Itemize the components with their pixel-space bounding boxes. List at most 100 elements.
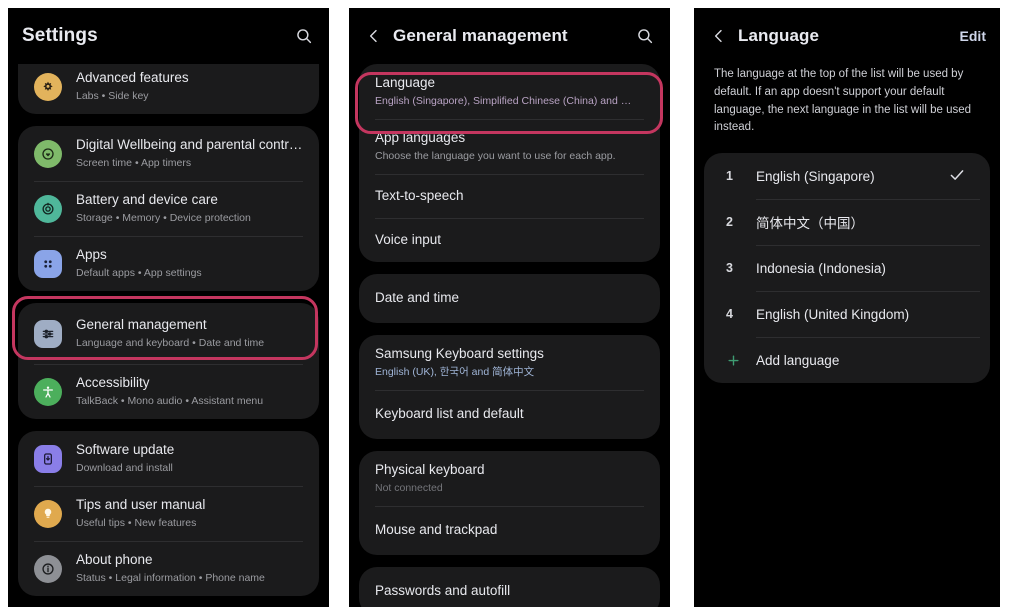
language-rank: 2 — [726, 215, 733, 230]
sidebar-item-advanced-features[interactable]: Advanced features Labs • Side key — [18, 64, 319, 114]
gm-group-1: Language English (Singapore), Simplified… — [359, 64, 660, 263]
row-title: Advanced features — [76, 70, 189, 85]
settings-group-1: Advanced features Labs • Side key — [18, 64, 319, 115]
row-text: App languages Choose the language you wa… — [375, 130, 616, 163]
row-title: Mouse and trackpad — [375, 521, 498, 537]
screenshot-stage: Settings Advanced features Labs • Side k… — [0, 0, 1024, 615]
row-text: Language English (Singapore), Simplified… — [375, 75, 631, 108]
back-chevron-icon[interactable] — [708, 25, 730, 47]
list-item-passwords-and-autofill[interactable]: Passwords and autofill — [359, 567, 660, 607]
sidebar-item-software-update[interactable]: Software update Download and install — [18, 431, 319, 486]
row-text: Passwords and autofill — [375, 583, 510, 600]
info-icon — [34, 554, 62, 583]
row-text: About phone Status • Legal information •… — [76, 552, 265, 585]
row-title: Tips and user manual — [76, 497, 206, 513]
gm-group-4: Physical keyboard Not connected Mouse an… — [359, 450, 660, 555]
row-title: Voice input — [375, 231, 442, 247]
list-item-date-and-time[interactable]: Date and time — [359, 274, 660, 323]
row-title: Accessibility — [76, 375, 150, 391]
sidebar-item-apps[interactable]: Apps Default apps • App settings — [18, 236, 319, 291]
row-text: Battery and device care Storage • Memory… — [76, 192, 251, 225]
sidebar-item-about-phone[interactable]: About phone Status • Legal information •… — [18, 541, 319, 596]
list-item-language-4[interactable]: 4 English (United Kingdom) — [726, 291, 990, 337]
language-rank: 3 — [726, 261, 733, 276]
sidebar-item-general-management[interactable]: General management Language and keyboard… — [18, 303, 319, 364]
row-subtitle: Language and keyboard • Date and time — [76, 337, 265, 350]
page-title: Language — [738, 26, 820, 45]
settings-group-2: Digital Wellbeing and parental controls … — [18, 126, 319, 292]
language-scroll-body[interactable]: The language at the top of the list will… — [694, 64, 1000, 607]
language-list-card: 1 English (Singapore) 2 简体中文（中国） 3 Indon… — [704, 153, 990, 384]
row-title: Battery and device care — [76, 192, 218, 208]
phone-panel-language: Language Edit The language at the top of… — [694, 8, 1000, 607]
row-text: Mouse and trackpad — [375, 522, 497, 539]
page-title: Settings — [22, 25, 98, 46]
sidebar-item-battery-device-care[interactable]: Battery and device care Storage • Memory… — [18, 181, 319, 236]
plus-icon — [726, 353, 756, 368]
row-subtitle: English (UK), 한국어 and 简体中文 — [375, 365, 535, 378]
row-subtitle: Status • Legal information • Phone name — [76, 572, 265, 585]
search-icon[interactable] — [634, 25, 656, 47]
gm-group-2: Date and time — [359, 274, 660, 323]
advanced-features-icon — [34, 72, 62, 101]
row-subtitle: Download and install — [76, 462, 173, 475]
language-description: The language at the top of the list will… — [714, 68, 972, 134]
row-title: Physical keyboard — [375, 461, 485, 477]
row-subtitle: Not connected — [375, 481, 443, 494]
row-text: Keyboard list and default — [375, 406, 524, 423]
row-subtitle: Labs • Side key — [76, 89, 149, 102]
row-subtitle: Default apps • App settings — [76, 267, 202, 280]
settings-scroll-body[interactable]: Advanced features Labs • Side key Digita… — [8, 64, 329, 607]
sidebar-item-digital-wellbeing[interactable]: Digital Wellbeing and parental controls … — [18, 126, 319, 181]
list-item-language-2[interactable]: 2 简体中文（中国） — [726, 199, 990, 245]
row-text: General management Language and keyboard… — [76, 317, 264, 350]
add-language-button[interactable]: Add language — [726, 337, 990, 383]
row-title: Date and time — [375, 290, 460, 306]
language-label: 简体中文（中国） — [756, 216, 864, 232]
sidebar-item-accessibility[interactable]: Accessibility TalkBack • Mono audio • As… — [18, 364, 319, 419]
edit-button[interactable]: Edit — [960, 28, 986, 44]
gm-group-3: Samsung Keyboard settings English (UK), … — [359, 334, 660, 439]
row-text: Text-to-speech — [375, 188, 464, 205]
general-management-scroll-body[interactable]: Language English (Singapore), Simplified… — [349, 64, 670, 607]
list-item-text-to-speech[interactable]: Text-to-speech — [359, 174, 660, 218]
language-header: Language Edit — [694, 8, 1000, 64]
row-title: Text-to-speech — [375, 187, 464, 203]
row-title: Digital Wellbeing and parental controls — [76, 137, 303, 153]
row-text: Date and time — [375, 290, 459, 307]
row-title: App languages — [375, 130, 466, 146]
language-rank: 1 — [726, 169, 733, 184]
sidebar-item-tips-user-manual[interactable]: Tips and user manual Useful tips • New f… — [18, 486, 319, 541]
row-title: Passwords and autofill — [375, 582, 511, 598]
list-item-language-1[interactable]: 1 English (Singapore) — [726, 153, 990, 199]
row-text: Apps Default apps • App settings — [76, 247, 202, 280]
row-text: Digital Wellbeing and parental controls … — [76, 137, 303, 170]
row-subtitle: Screen time • App timers — [76, 156, 192, 169]
general-management-header: General management — [349, 8, 670, 64]
list-item-physical-keyboard[interactable]: Physical keyboard Not connected — [359, 451, 660, 506]
add-language-label: Add language — [756, 352, 840, 368]
settings-header: Settings — [8, 8, 329, 64]
accessibility-icon — [34, 377, 62, 406]
language-label: English (Singapore) — [756, 168, 875, 184]
battery-device-care-icon — [34, 194, 62, 223]
list-item-language[interactable]: Language English (Singapore), Simplified… — [359, 64, 660, 119]
list-item-voice-input[interactable]: Voice input — [359, 218, 660, 262]
digital-wellbeing-icon — [34, 139, 62, 168]
row-title: General management — [76, 317, 207, 333]
language-rank: 4 — [726, 307, 733, 322]
sliders-icon — [34, 319, 62, 348]
page-title: General management — [393, 26, 568, 45]
check-icon — [948, 166, 968, 186]
settings-group-3: General management Language and keyboard… — [18, 303, 319, 420]
phone-panel-settings: Settings Advanced features Labs • Side k… — [8, 8, 329, 607]
list-item-mouse-and-trackpad[interactable]: Mouse and trackpad — [359, 505, 660, 555]
list-item-keyboard-list-and-default[interactable]: Keyboard list and default — [359, 390, 660, 439]
back-chevron-icon[interactable] — [363, 25, 385, 47]
list-item-samsung-keyboard-settings[interactable]: Samsung Keyboard settings English (UK), … — [359, 335, 660, 390]
row-title: Keyboard list and default — [375, 406, 524, 422]
list-item-language-3[interactable]: 3 Indonesia (Indonesia) — [726, 245, 990, 291]
search-icon[interactable] — [293, 25, 315, 47]
row-title: Apps — [76, 247, 107, 263]
list-item-app-languages[interactable]: App languages Choose the language you wa… — [359, 119, 660, 174]
